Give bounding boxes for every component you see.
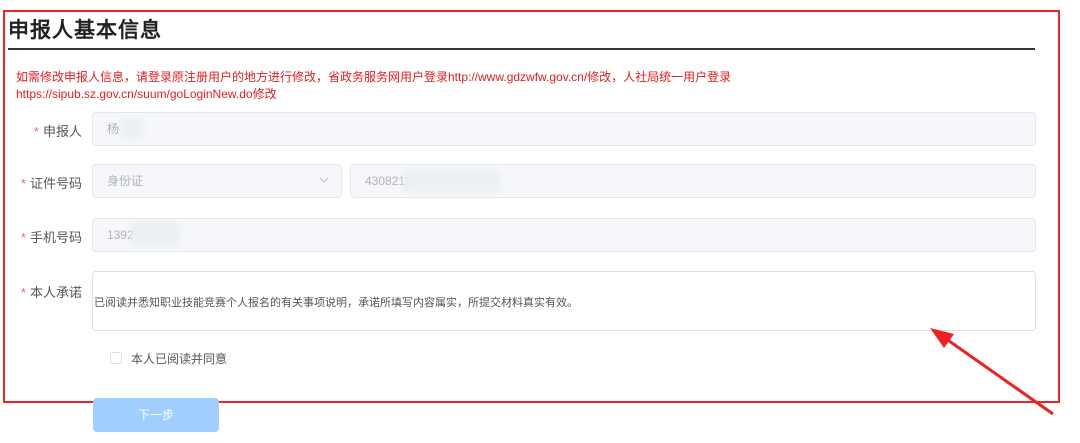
promise-label: * 本人承诺 (2, 282, 82, 301)
phone-label-text: 手机号码 (29, 230, 82, 245)
phone-input[interactable]: 1392 (92, 218, 1036, 252)
title-divider (8, 48, 1035, 50)
page-title: 申报人基本信息 (8, 19, 162, 42)
phone-label: * 手机号码 (2, 227, 82, 246)
red-annotation-arrow (930, 328, 1054, 416)
notice-line-1: 如需修改申报人信息，请登录原注册用户的地方进行修改，省政务服务网用户登录http… (16, 70, 732, 84)
phone-value: 1392 (107, 228, 134, 242)
required-mark: * (20, 285, 26, 300)
agree-checkbox[interactable] (110, 352, 122, 364)
promise-text: 已阅读并悉知职业技能竞赛个人报名的有关事项说明，承诺所填写内容属实，所提交材料真… (94, 297, 578, 309)
redaction-blur (403, 170, 499, 192)
redaction-blur (121, 119, 143, 139)
applicant-label: * 申报人 (2, 121, 82, 140)
applicant-label-text: 申报人 (42, 124, 82, 139)
id-number-input[interactable]: 4308211 (350, 164, 1036, 198)
applicant-value: 杨 (107, 122, 120, 136)
promise-textarea[interactable]: 已阅读并悉知职业技能竞赛个人报名的有关事项说明，承诺所填写内容属实，所提交材料真… (92, 271, 1036, 331)
agree-label[interactable]: 本人已阅读并同意 (131, 350, 227, 367)
required-mark: * (20, 230, 26, 245)
id-label: * 证件号码 (2, 173, 82, 192)
next-step-button[interactable]: 下一步 (93, 398, 219, 432)
id-type-value: 身份证 (107, 174, 144, 188)
id-label-text: 证件号码 (29, 176, 82, 191)
required-mark: * (20, 176, 26, 191)
id-type-select[interactable]: 身份证 (92, 164, 342, 198)
chevron-down-icon (319, 177, 329, 183)
applicant-input[interactable]: 杨 (92, 112, 1036, 146)
notice-line-2: https://sipub.sz.gov.cn/suum/goLoginNew.… (16, 87, 277, 101)
required-mark: * (33, 124, 39, 139)
notice-text: 如需修改申报人信息，请登录原注册用户的地方进行修改，省政务服务网用户登录http… (16, 69, 1016, 103)
promise-label-text: 本人承诺 (29, 285, 82, 300)
redaction-blur (131, 223, 179, 247)
